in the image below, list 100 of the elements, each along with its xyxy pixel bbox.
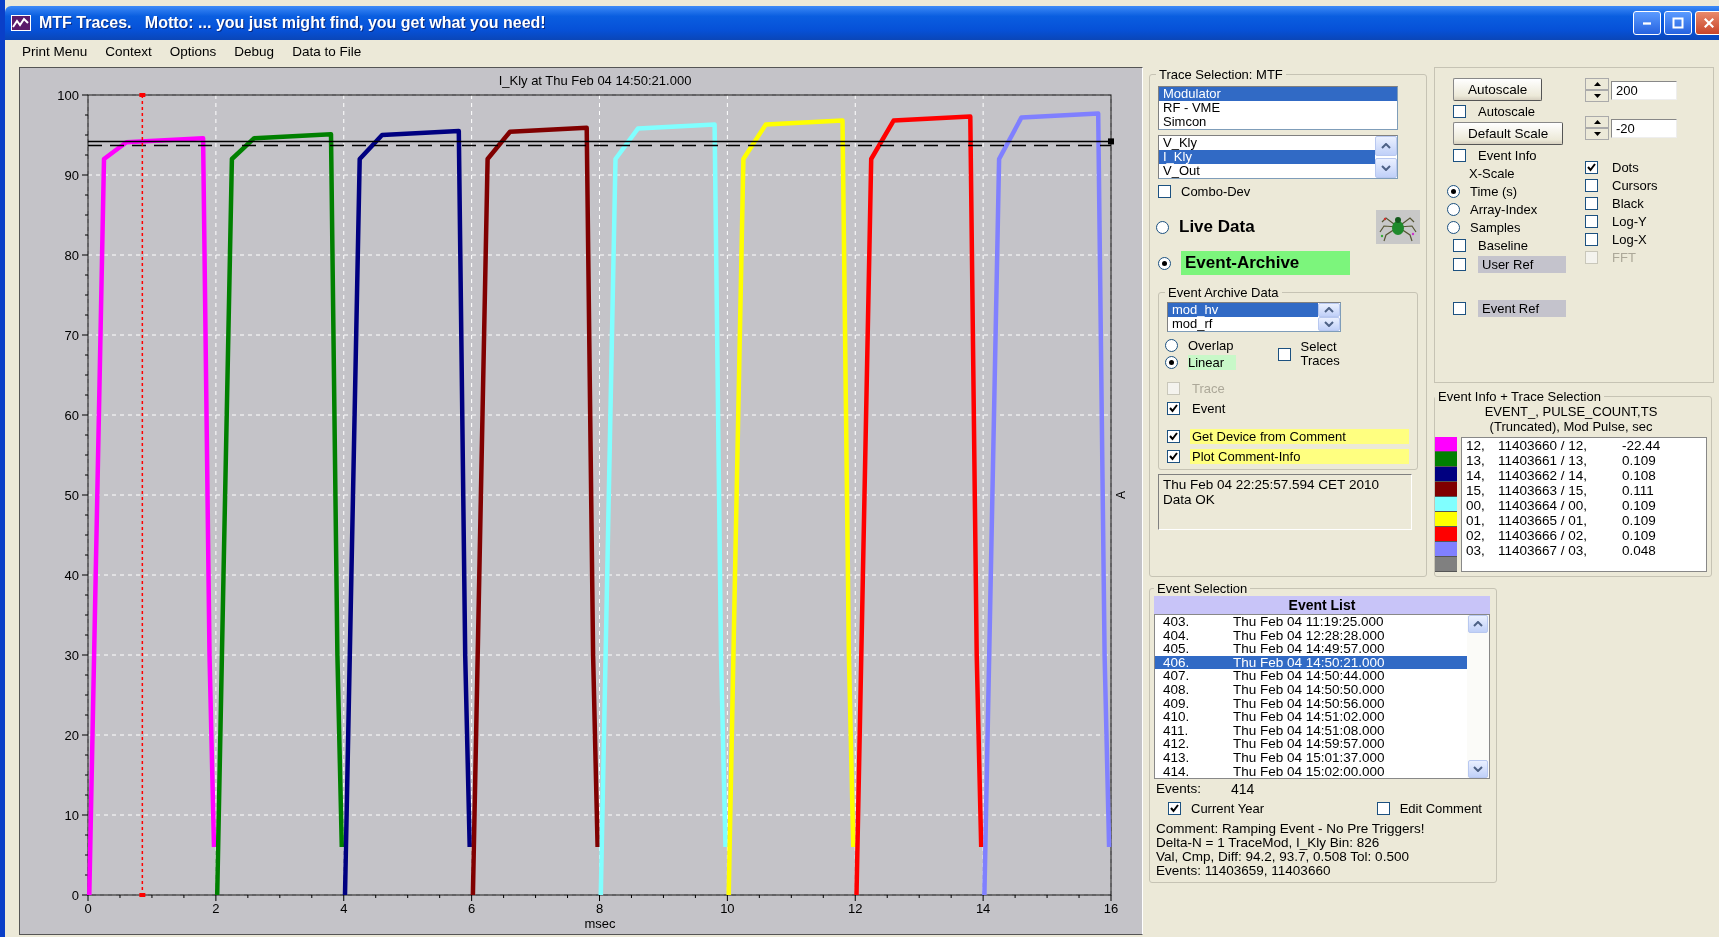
group-title: Event Info + Trace Selection (1437, 389, 1602, 404)
event-number: 01, (1466, 513, 1486, 528)
checkbox-label: Dots (1612, 160, 1639, 175)
maximize-button[interactable] (1664, 11, 1692, 35)
group-title: Event Selection (1156, 581, 1249, 596)
menu-item[interactable]: Debug (225, 43, 284, 59)
menu-item[interactable]: Options (160, 43, 226, 59)
radio-label: Array-Index (1470, 202, 1538, 217)
checkbox[interactable] (1453, 302, 1466, 315)
spin-up-button[interactable] (1585, 78, 1609, 90)
list-item[interactable]: V_Out (1159, 164, 1375, 178)
list-item[interactable]: mod_hv (1168, 303, 1318, 317)
spin-down-button[interactable] (1585, 128, 1609, 140)
timestamp: 0.108 (1622, 468, 1656, 483)
checkbox-label: Current Year (1191, 801, 1264, 817)
list-item[interactable]: I_Kly (1159, 150, 1375, 164)
menu-item[interactable]: Context (96, 43, 161, 59)
scale-button[interactable]: Default Scale (1453, 122, 1564, 145)
chevron-up-icon (1324, 307, 1334, 313)
chevron-up-icon (1473, 621, 1483, 627)
radio-button[interactable] (1447, 185, 1460, 198)
list-item[interactable]: 406. Thu Feb 04 14:50:21.000 (1155, 655, 1467, 670)
tick-label: 12 (848, 901, 863, 916)
timestamp: -22.44 (1622, 438, 1661, 453)
list-item[interactable]: 407. Thu Feb 04 14:50:44.000 (1155, 669, 1467, 683)
list-item[interactable]: 411. Thu Feb 04 14:51:08.000 (1155, 723, 1467, 738)
timestamp: 0.109 (1622, 498, 1656, 513)
list-item[interactable]: Simcon (1159, 115, 1397, 129)
list-item[interactable]: 414. Thu Feb 04 15:02:00.000 (1155, 764, 1467, 779)
tick-label: 20 (64, 728, 79, 743)
scroll-up-button[interactable] (1318, 303, 1340, 317)
scrollbar[interactable] (1467, 615, 1489, 779)
checkbox[interactable] (1167, 402, 1180, 415)
list-item[interactable]: mod_rf (1168, 317, 1318, 331)
scroll-up-button[interactable] (1375, 136, 1397, 156)
cursor-handle[interactable] (139, 893, 146, 897)
radio-button[interactable] (1447, 221, 1460, 234)
column-header: (Truncated), Mod Pulse, sec (1488, 419, 1654, 434)
radio-button[interactable] (1158, 256, 1171, 270)
list-item[interactable]: 408. Thu Feb 04 14:50:50.000 (1155, 682, 1467, 697)
list-item[interactable]: V_Kly (1159, 136, 1375, 150)
list-item[interactable]: 405. Thu Feb 04 14:49:57.000 (1155, 642, 1467, 656)
checkbox[interactable] (1277, 347, 1291, 361)
list-item[interactable]: RF - VME (1159, 101, 1397, 115)
y-axis-label: A (1114, 491, 1128, 499)
radio-label: Event-Archive (1181, 251, 1350, 275)
checkbox[interactable] (1167, 430, 1180, 443)
comment-text: Comment: Ramping Event - No Pre Triggers! (1156, 822, 1426, 837)
checkbox[interactable] (1453, 105, 1466, 118)
checkbox[interactable] (1167, 450, 1180, 463)
list-item[interactable]: 413. Thu Feb 04 15:01:37.000 (1155, 750, 1467, 765)
checkbox-label: Plot Comment-Info (1190, 449, 1409, 464)
list-item[interactable]: 403. Thu Feb 04 11:19:25.000 (1155, 615, 1467, 629)
radio-button[interactable] (1165, 339, 1178, 352)
input-field[interactable]: -20 (1611, 118, 1677, 138)
list-item[interactable]: 404. Thu Feb 04 12:28:28.000 (1155, 628, 1467, 643)
checkbox[interactable] (1585, 179, 1598, 192)
minimize-button[interactable] (1633, 11, 1661, 35)
menu-item[interactable]: Data to File (283, 43, 371, 59)
scroll-down-button[interactable] (1375, 158, 1397, 178)
checkbox[interactable] (1585, 215, 1598, 228)
tick-label: 60 (64, 408, 79, 423)
checkbox[interactable] (1376, 802, 1390, 816)
scroll-down-button[interactable] (1318, 317, 1340, 331)
list-item[interactable]: 412. Thu Feb 04 14:59:57.000 (1155, 737, 1467, 751)
checkbox[interactable] (1585, 161, 1598, 174)
input-field[interactable]: 200 (1611, 80, 1677, 100)
line-handle[interactable] (1108, 138, 1114, 145)
checkbox[interactable] (1453, 149, 1466, 162)
tick-label: 2 (212, 901, 220, 916)
list-item[interactable]: 410. Thu Feb 04 14:51:02.000 (1155, 710, 1467, 724)
event-number: 13, (1466, 453, 1486, 468)
checkbox[interactable] (1168, 802, 1181, 816)
menu-item[interactable]: Print Menu (13, 43, 97, 59)
checkbox[interactable] (1585, 233, 1598, 246)
tick-label: 10 (64, 808, 79, 823)
timestamp: 0.109 (1622, 528, 1656, 543)
triangle-down-icon (1593, 94, 1601, 98)
checkbox[interactable] (1585, 197, 1598, 210)
spin-up-button[interactable] (1585, 116, 1609, 128)
scale-button[interactable]: Autoscale (1453, 78, 1543, 101)
cursor-handle[interactable] (139, 93, 146, 97)
close-button[interactable] (1695, 11, 1719, 35)
checkbox-label: Event Info (1478, 148, 1537, 163)
checkbox[interactable] (1453, 239, 1466, 252)
spin-down-button[interactable] (1585, 90, 1609, 102)
radio-button[interactable] (1165, 356, 1178, 369)
radio-label: Live Data (1179, 217, 1256, 237)
event-count: 414 (1231, 781, 1255, 798)
checkbox[interactable] (1453, 258, 1466, 271)
timestamp: 0.111 (1622, 483, 1654, 498)
list-item[interactable]: Modulator (1159, 87, 1397, 101)
checkbox[interactable] (1158, 185, 1171, 198)
tick-label: 10 (720, 901, 735, 916)
radio-button[interactable] (1447, 203, 1460, 216)
section-label: X-Scale (1469, 166, 1515, 181)
tick-label: 50 (64, 488, 79, 503)
radio-button[interactable] (1156, 220, 1169, 234)
list-item[interactable]: 409. Thu Feb 04 14:50:56.000 (1155, 696, 1467, 711)
tick-label: 90 (64, 168, 79, 183)
